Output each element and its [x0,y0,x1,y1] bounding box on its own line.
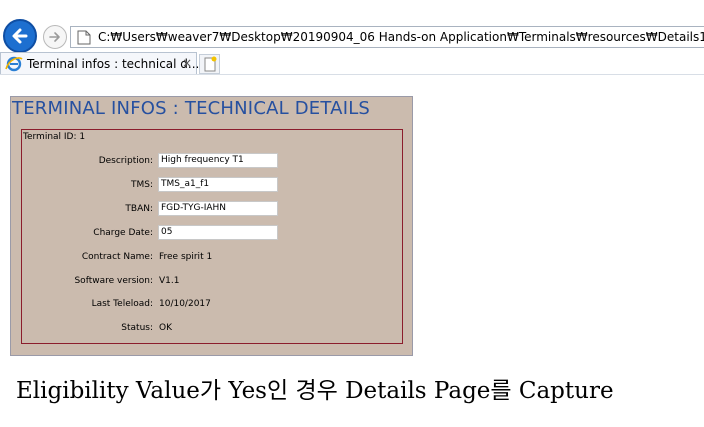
field-label: Last Teleload: [91,299,153,309]
back-button[interactable] [3,19,37,53]
field-row-software-version: Software version: V1.1 [22,273,402,291]
contract-name-value: Free spirit 1 [159,252,213,262]
field-label: TBAN: [125,204,153,214]
software-version-value: V1.1 [159,276,180,286]
field-label: Software version: [74,276,153,286]
new-tab-icon [204,56,217,72]
back-arrow-icon [12,28,28,44]
status-value: OK [159,323,172,333]
field-label: Status: [121,323,153,333]
charge-date-input[interactable]: 05 [158,225,278,240]
ie-page-icon [77,30,91,45]
tab-terminal-infos[interactable]: Terminal infos : technical d... × [0,52,200,75]
new-tab-button[interactable] [199,54,220,74]
forward-button[interactable] [43,25,67,49]
field-label: TMS: [130,180,153,190]
terminal-id: Terminal ID: 1 [23,132,86,142]
ie-logo-icon [5,56,23,72]
details-box: Terminal ID: 1 Description: High frequen… [21,129,403,344]
field-row-status: Status: OK [22,320,402,338]
last-teleload-value: 10/10/2017 [159,299,211,309]
forward-arrow-icon [49,32,60,42]
address-text: C:₩Users₩weaver7₩Desktop₩20190904_06 Han… [98,30,704,44]
field-label: Description: [98,156,153,166]
field-label: Contract Name: [81,252,153,262]
field-row-tms: TMS: TMS_a1_f1 [22,177,402,195]
field-row-description: Description: High frequency T1 [22,153,402,171]
caption-text: Eligibility Value가 Yes인 경우 Details Page를… [16,378,614,404]
tban-input[interactable]: FGD-TYG-IAHN [158,201,278,216]
chrome-divider [0,74,704,75]
field-row-last-teleload: Last Teleload: 10/10/2017 [22,296,402,314]
field-label: Charge Date: [93,228,153,238]
close-icon[interactable]: × [182,56,192,70]
description-input[interactable]: High frequency T1 [158,153,278,168]
terminal-details-panel: TERMINAL INFOS : TECHNICAL DETAILS Termi… [10,96,413,356]
page-title: TERMINAL INFOS : TECHNICAL DETAILS [12,98,371,119]
tab-title: Terminal infos : technical d... [27,57,200,71]
field-row-tban: TBAN: FGD-TYG-IAHN [22,201,402,219]
tms-input[interactable]: TMS_a1_f1 [158,177,278,192]
address-bar[interactable]: C:₩Users₩weaver7₩Desktop₩20190904_06 Han… [70,26,704,48]
field-row-charge-date: Charge Date: 05 [22,225,402,243]
field-row-contract-name: Contract Name: Free spirit 1 [22,249,402,267]
